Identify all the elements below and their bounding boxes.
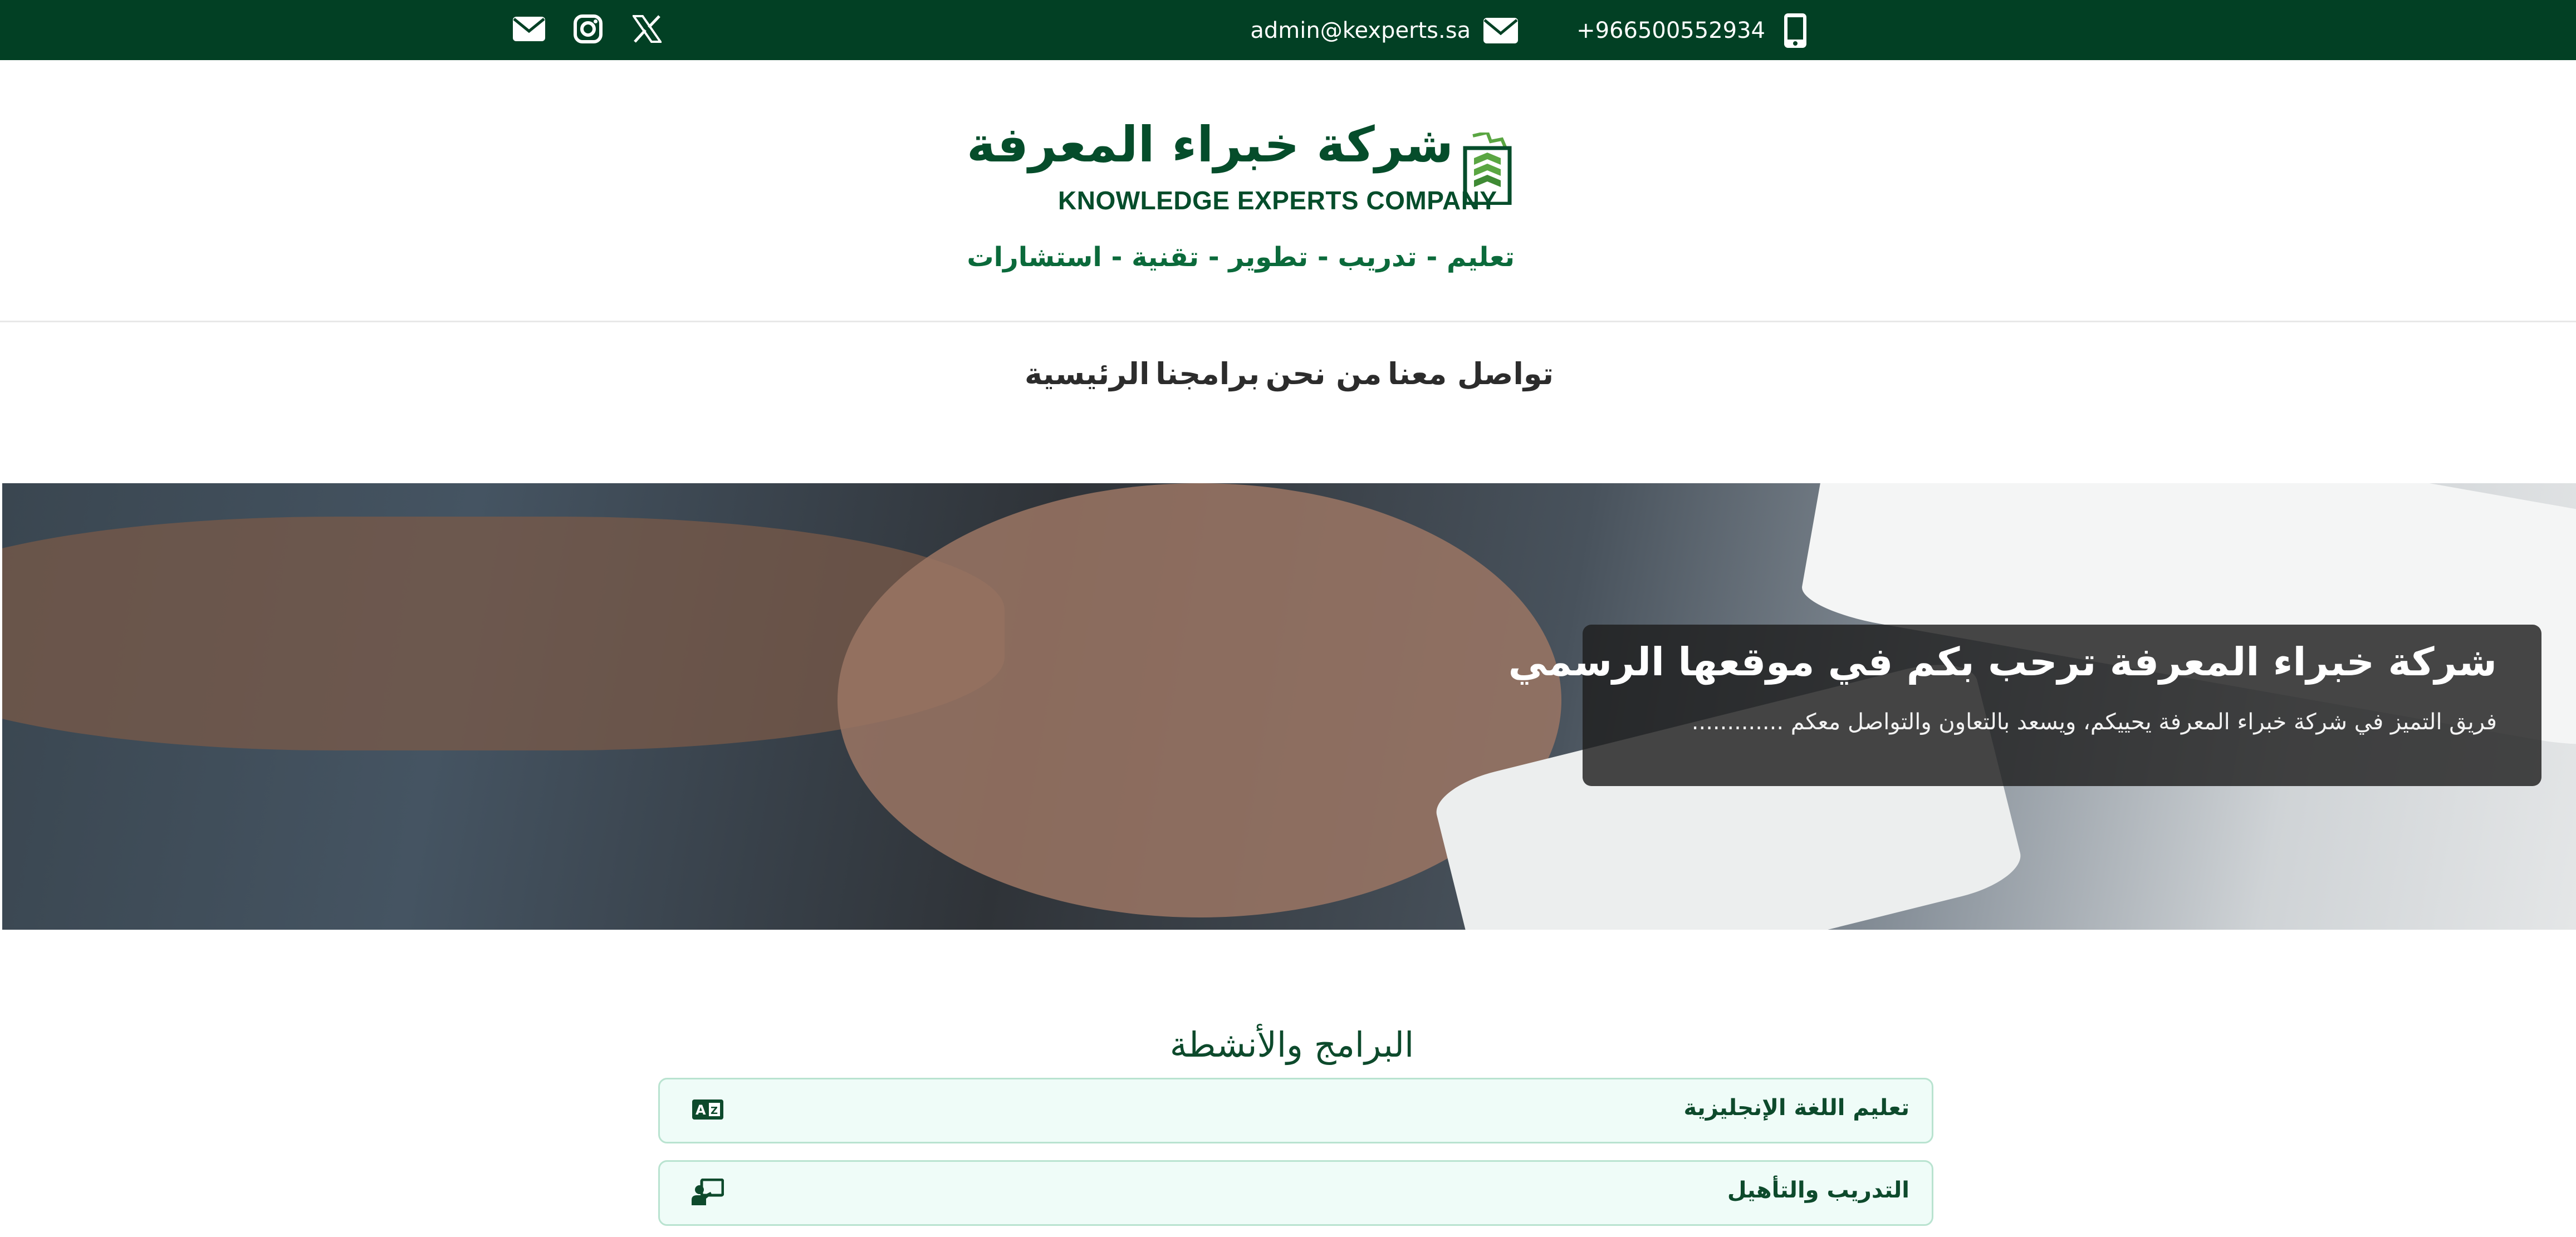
email-social-link[interactable] (512, 13, 546, 47)
contact-info: admin@kexperts.sa +966500552934 (1250, 11, 1813, 50)
envelope-icon (513, 17, 545, 43)
instagram-icon (574, 14, 603, 46)
svg-text:Z: Z (711, 1105, 718, 1117)
brand-name-english[interactable]: KNOWLEDGE EXPERTS COMPANY (1058, 185, 1497, 215)
brand-name-arabic[interactable]: شركة خبراء المعرفة (967, 116, 1453, 173)
phone-text[interactable]: +966500552934 (1576, 18, 1765, 43)
x-twitter-link[interactable] (630, 13, 664, 47)
site-header: شركة خبراء المعرفة KNOWLEDGE EXPERTS COM… (0, 60, 2576, 322)
company-logo-icon[interactable] (1462, 130, 1513, 206)
nav-item-home[interactable]: الرئيسية (1025, 356, 1149, 391)
main-navigation: الرئيسية برامجنا من نحن تواصل معنا (0, 323, 2576, 473)
company-tagline: تعليم - تدريب - تطوير - تقنية - استشارات (967, 242, 1515, 273)
teacher-board-icon (691, 1177, 724, 1206)
nav-item-programs[interactable]: برامجنا (1155, 356, 1260, 391)
hero-subtitle: فريق التميز في شركة خبراء المعرفة يحييكم… (1691, 709, 2497, 735)
nav-item-about[interactable]: من نحن (1266, 356, 1382, 391)
top-bar: admin@kexperts.sa +966500552934 (0, 0, 2576, 60)
svg-text:A: A (696, 1102, 706, 1118)
instagram-link[interactable] (571, 13, 605, 47)
language-icon: AZ (691, 1095, 724, 1124)
social-links (512, 12, 664, 48)
programs-section-title: البرامج والأنشطة (1169, 1024, 1414, 1065)
program-label: تعليم اللغة الإنجليزية (1683, 1095, 1909, 1121)
email-text[interactable]: admin@kexperts.sa (1250, 18, 1471, 43)
hero-title: شركة خبراء المعرفة ترحب بكم في موقعها ال… (1508, 639, 2497, 685)
program-item-training[interactable]: التدريب والتأهيل (658, 1160, 1933, 1226)
program-item-english[interactable]: تعليم اللغة الإنجليزية AZ (658, 1078, 1933, 1143)
hero-caption: شركة خبراء المعرفة ترحب بكم في موقعها ال… (1509, 625, 2541, 786)
nav-list: الرئيسية برامجنا من نحن تواصل معنا (1025, 356, 1554, 391)
program-label: التدريب والتأهيل (1727, 1177, 1909, 1203)
mobile-phone-icon (1777, 13, 1813, 48)
envelope-icon (1483, 13, 1519, 48)
nav-item-contact[interactable]: تواصل معنا (1388, 356, 1554, 391)
x-twitter-icon (631, 15, 663, 45)
